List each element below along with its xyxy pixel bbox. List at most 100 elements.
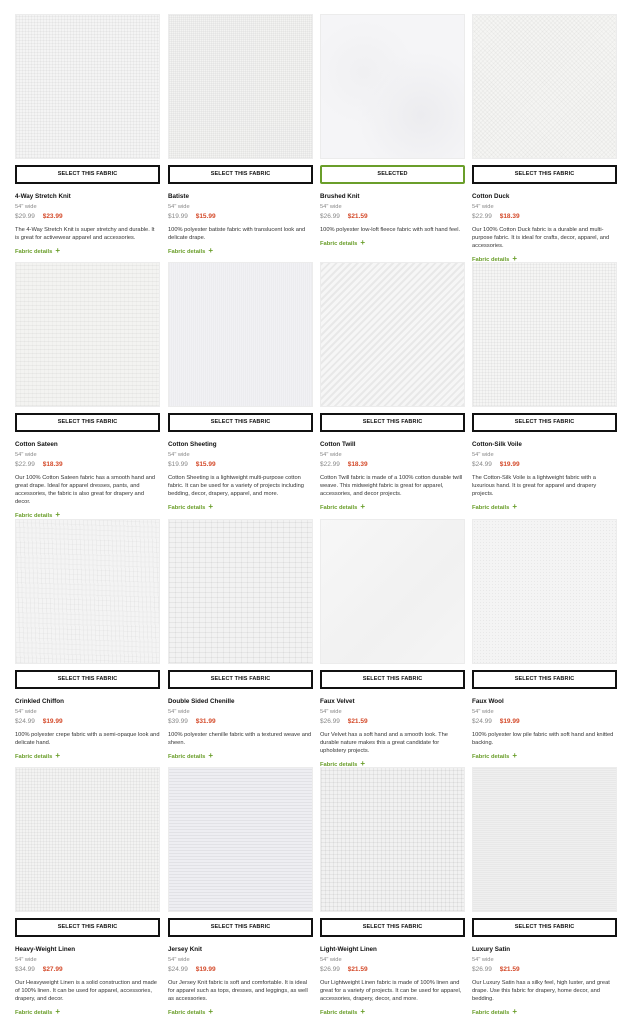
fabric-details-link[interactable]: Fabric details +	[15, 751, 160, 760]
select-fabric-button[interactable]: SELECT THIS FABRIC	[168, 165, 313, 184]
select-fabric-button[interactable]: SELECTED	[320, 165, 465, 184]
plus-icon: +	[55, 246, 61, 256]
fabric-details-label: Fabric details	[168, 505, 206, 512]
original-price: $26.99	[320, 213, 340, 220]
fabric-details-link[interactable]: Fabric details +	[472, 751, 617, 760]
fabric-details-link[interactable]: Fabric details +	[168, 246, 313, 255]
fabric-width: 54" wide	[320, 957, 342, 963]
select-fabric-button[interactable]: SELECT THIS FABRIC	[15, 918, 160, 937]
fabric-card: SELECT THIS FABRIC Faux Velvet 54" wide …	[320, 519, 465, 768]
fabric-swatch-image[interactable]	[320, 519, 465, 664]
fabric-description: 100% polyester low pile fabric with soft…	[472, 732, 614, 747]
sale-price: $31.99	[195, 718, 216, 725]
fabric-width: 54" wide	[15, 204, 37, 210]
select-fabric-button[interactable]: SELECT THIS FABRIC	[320, 670, 465, 689]
original-price: $24.99	[472, 718, 492, 725]
fabric-width: 54" wide	[472, 204, 494, 210]
fabric-details-link[interactable]: Fabric details +	[168, 502, 313, 511]
fabric-name: Faux Wool	[472, 698, 504, 705]
plus-icon: +	[360, 238, 366, 248]
select-fabric-button[interactable]: SELECT THIS FABRIC	[168, 918, 313, 937]
select-fabric-button[interactable]: SELECT THIS FABRIC	[15, 165, 160, 184]
fabric-card: SELECT THIS FABRIC Batiste 54" wide $19.…	[168, 14, 313, 255]
fabric-name: Cotton Duck	[472, 193, 510, 200]
original-price: $22.99	[472, 213, 492, 220]
fabric-card: SELECT THIS FABRIC Double Sided Chenille…	[168, 519, 313, 760]
fabric-swatch-image[interactable]	[15, 14, 160, 159]
select-fabric-button[interactable]: SELECT THIS FABRIC	[15, 670, 160, 689]
select-fabric-button[interactable]: SELECT THIS FABRIC	[472, 165, 617, 184]
fabric-description: Our 100% Cotton Duck fabric is a durable…	[472, 227, 610, 250]
fabric-swatch-image[interactable]	[168, 519, 313, 664]
fabric-swatch-image[interactable]	[15, 262, 160, 407]
fabric-swatch-image[interactable]	[320, 262, 465, 407]
original-price: $26.99	[320, 966, 340, 973]
select-fabric-button[interactable]: SELECT THIS FABRIC	[320, 918, 465, 937]
fabric-description: 100% polyester low-loft fleece fabric wi…	[320, 227, 461, 233]
fabric-details-link[interactable]: Fabric details +	[15, 1007, 160, 1016]
fabric-card: SELECT THIS FABRIC Cotton Sheeting 54" w…	[168, 262, 313, 511]
fabric-description: Our Lightweight Linen fabric is made of …	[320, 980, 462, 1003]
fabric-details-link[interactable]: Fabric details +	[472, 1007, 617, 1016]
sale-price: $21.59	[499, 966, 520, 973]
fabric-swatch-image[interactable]	[472, 14, 617, 159]
fabric-swatch-image[interactable]	[168, 262, 313, 407]
fabric-width: 54" wide	[320, 452, 342, 458]
fabric-details-link[interactable]: Fabric details +	[15, 246, 160, 255]
select-fabric-button[interactable]: SELECT THIS FABRIC	[15, 413, 160, 432]
original-price: $24.99	[168, 966, 188, 973]
fabric-details-link[interactable]: Fabric details +	[320, 502, 465, 511]
fabric-description: The Cotton-Silk Voile is a lightweight f…	[472, 475, 597, 498]
sale-price: $21.59	[347, 966, 368, 973]
fabric-swatch-image[interactable]	[168, 767, 313, 912]
select-fabric-button[interactable]: SELECT THIS FABRIC	[320, 413, 465, 432]
fabric-width: 54" wide	[320, 204, 342, 210]
plus-icon: +	[512, 1007, 518, 1017]
sale-price: $15.99	[195, 461, 216, 468]
fabric-swatch-image[interactable]	[472, 767, 617, 912]
select-fabric-button[interactable]: SELECT THIS FABRIC	[168, 670, 313, 689]
fabric-swatch-image[interactable]	[320, 14, 465, 159]
fabric-width: 54" wide	[472, 452, 494, 458]
fabric-prices: $22.99 $18.39	[320, 461, 465, 468]
fabric-swatch-image[interactable]	[15, 519, 160, 664]
fabric-details-label: Fabric details	[320, 1010, 358, 1017]
fabric-name: Brushed Knit	[320, 193, 360, 200]
fabric-width: 54" wide	[472, 957, 494, 963]
fabric-card: SELECT THIS FABRIC Cotton Twill 54" wide…	[320, 262, 465, 511]
plus-icon: +	[512, 751, 518, 761]
original-price: $26.99	[472, 966, 492, 973]
fabric-swatch-image[interactable]	[15, 767, 160, 912]
fabric-width: 54" wide	[15, 957, 37, 963]
fabric-swatch-image[interactable]	[168, 14, 313, 159]
fabric-prices: $26.99 $21.59	[472, 966, 617, 973]
fabric-card: SELECT THIS FABRIC Luxury Satin 54" wide…	[472, 767, 617, 1016]
sale-price: $19.99	[195, 966, 216, 973]
sale-price: $18.39	[42, 461, 63, 468]
fabric-details-link[interactable]: Fabric details +	[320, 238, 465, 247]
fabric-width: 54" wide	[15, 452, 37, 458]
fabric-details-link[interactable]: Fabric details +	[320, 1007, 465, 1016]
plus-icon: +	[55, 1007, 61, 1017]
fabric-prices: $34.99 $27.99	[15, 966, 160, 973]
fabric-prices: $24.99 $19.99	[168, 966, 313, 973]
fabric-details-link[interactable]: Fabric details +	[168, 1007, 313, 1016]
fabric-details-link[interactable]: Fabric details +	[472, 502, 617, 511]
fabric-swatch-image[interactable]	[472, 519, 617, 664]
select-fabric-button[interactable]: SELECT THIS FABRIC	[472, 670, 617, 689]
fabric-details-link[interactable]: Fabric details +	[168, 751, 313, 760]
select-fabric-button[interactable]: SELECT THIS FABRIC	[472, 918, 617, 937]
fabric-name: Luxury Satin	[472, 946, 511, 953]
fabric-card: SELECT THIS FABRIC Heavy-Weight Linen 54…	[15, 767, 160, 1016]
fabric-description: 100% polyester batiste fabric with trans…	[168, 227, 306, 242]
fabric-width: 54" wide	[168, 452, 190, 458]
select-fabric-button[interactable]: SELECT THIS FABRIC	[168, 413, 313, 432]
fabric-prices: $24.99 $19.99	[15, 718, 160, 725]
fabric-width: 54" wide	[472, 709, 494, 715]
fabric-description: Our Luxury Satin has a silky feel, high …	[472, 980, 610, 1003]
fabric-description: The 4-Way Stretch Knit is super stretchy…	[15, 227, 155, 242]
select-fabric-button[interactable]: SELECT THIS FABRIC	[472, 413, 617, 432]
fabric-details-label: Fabric details	[15, 754, 53, 761]
fabric-swatch-image[interactable]	[320, 767, 465, 912]
fabric-swatch-image[interactable]	[472, 262, 617, 407]
